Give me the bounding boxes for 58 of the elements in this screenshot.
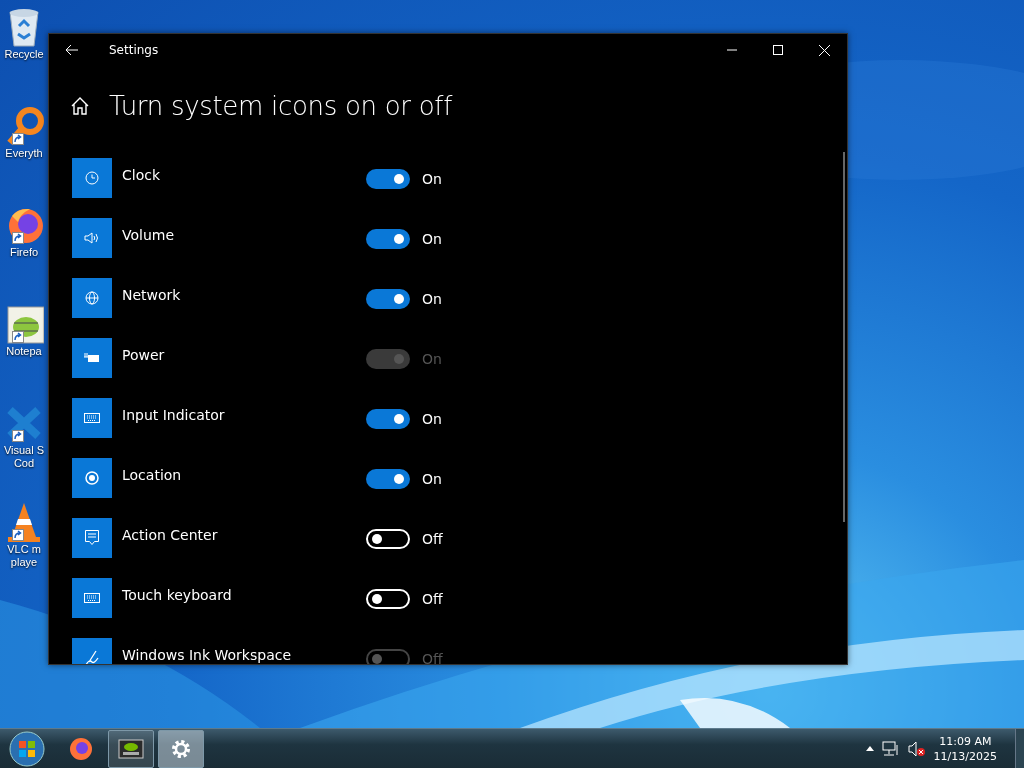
setting-label: Windows Ink Workspace [122, 647, 293, 663]
window-title: Settings [109, 43, 159, 57]
toggle-state: Off [422, 531, 443, 547]
setting-label: Network [122, 287, 182, 303]
back-arrow-icon [65, 44, 79, 56]
toggle-switch[interactable] [366, 289, 410, 309]
gear-icon [170, 737, 192, 760]
battery-plug-icon [84, 352, 100, 364]
clock[interactable]: 11:09 AM 11/13/2025 [933, 733, 997, 764]
start-button[interactable] [8, 729, 46, 768]
setting-label: Volume [122, 227, 176, 243]
speaker-muted-icon[interactable] [907, 740, 926, 757]
toggle-state: Off [422, 591, 443, 607]
taskbar-app[interactable] [108, 729, 154, 768]
toggle-switch[interactable] [366, 469, 410, 489]
globe-icon [85, 291, 99, 305]
keyboard-icon [84, 593, 100, 603]
desktop-icon-label[interactable]: Firefo [9, 246, 39, 259]
desktop-icon-label[interactable]: Everyth [5, 147, 43, 160]
speaker-icon [84, 231, 100, 245]
setting-label: Input Indicator [122, 407, 226, 423]
toggle-state: On [422, 291, 442, 307]
network-icon[interactable] [881, 740, 900, 757]
toggle-switch[interactable] [366, 229, 410, 249]
pen-icon [85, 650, 99, 664]
setting-label: Touch keyboard [122, 587, 233, 603]
setting-label: Action Center [122, 527, 219, 543]
toggle-switch[interactable] [366, 409, 410, 429]
setting-label: Location [122, 467, 183, 483]
scrollbar[interactable] [843, 152, 845, 522]
desktop-icon-label[interactable]: Visual S Cod [3, 444, 45, 470]
target-icon [85, 471, 99, 485]
desktop-icon-label[interactable]: VLC m playe [7, 543, 41, 569]
caret-up-icon[interactable] [865, 746, 874, 751]
toggle-state: On [422, 351, 442, 367]
keyboard-icon [84, 413, 100, 423]
toggle-state: Off [422, 651, 443, 664]
clock-date: 11/13/2025 [933, 748, 997, 764]
clock-time: 11:09 AM [939, 733, 992, 749]
message-icon [85, 530, 99, 546]
desktop-icon-label[interactable]: Notepa [6, 345, 42, 358]
desktop-icon-label[interactable]: Recycle [4, 48, 44, 61]
page-title: Turn system icons on or off [109, 91, 452, 121]
taskbar-app[interactable] [158, 729, 204, 768]
minimize-icon [727, 49, 737, 51]
graphics-card-icon [118, 736, 144, 761]
firefox-icon [68, 735, 94, 762]
toggle-state: On [422, 231, 442, 247]
maximize-icon [773, 45, 783, 55]
home-icon[interactable] [71, 97, 89, 115]
toggle-switch[interactable] [366, 169, 410, 189]
setting-label: Power [122, 347, 166, 363]
toggle-state: On [422, 171, 442, 187]
clock-icon [85, 171, 99, 185]
close-icon [818, 44, 830, 56]
toggle-state: On [422, 471, 442, 487]
toggle-state: On [422, 411, 442, 427]
setting-label: Clock [122, 167, 162, 183]
